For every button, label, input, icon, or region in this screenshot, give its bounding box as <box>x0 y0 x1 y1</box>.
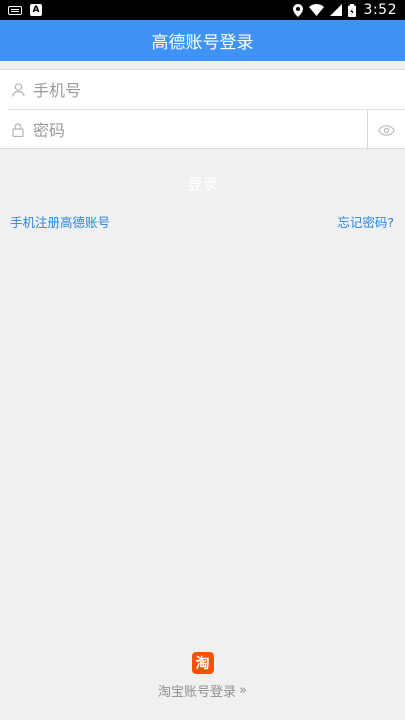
keyboard-icon <box>8 5 22 15</box>
show-password-toggle[interactable] <box>367 110 405 150</box>
page-title: 高德账号登录 <box>151 33 254 53</box>
signal-icon <box>329 4 342 16</box>
taobao-login-link[interactable]: 淘宝账号登录 » <box>158 681 247 700</box>
password-field-row <box>0 110 405 150</box>
a-icon: A <box>30 4 42 16</box>
user-icon <box>11 83 25 97</box>
login-button[interactable]: 登录 <box>0 164 405 202</box>
taobao-login: 淘 淘宝账号登录 » <box>0 652 405 700</box>
app-bar: 高德账号登录 <box>0 20 405 61</box>
location-icon <box>292 3 303 17</box>
taobao-login-label: 淘宝账号登录 <box>158 685 237 700</box>
phone-input[interactable] <box>33 70 405 110</box>
eye-icon <box>378 124 395 136</box>
forgot-password-link[interactable]: 忘记密码? <box>337 212 394 230</box>
phone-field-row <box>0 70 405 110</box>
double-chevron-icon: » <box>239 683 247 698</box>
taobao-logo-icon[interactable]: 淘 <box>191 652 214 674</box>
auxiliary-links: 手机注册高德账号 忘记密码? <box>0 212 405 230</box>
lock-icon <box>11 123 25 137</box>
login-form <box>0 69 405 150</box>
status-left: A <box>8 4 42 16</box>
password-input[interactable] <box>33 110 405 150</box>
status-right: 3:52 <box>292 2 397 18</box>
register-link[interactable]: 手机注册高德账号 <box>10 212 110 230</box>
wifi-icon <box>308 4 324 16</box>
battery-icon <box>347 3 356 17</box>
status-bar: A 3:52 <box>0 0 405 20</box>
status-time: 3:52 <box>363 2 397 18</box>
